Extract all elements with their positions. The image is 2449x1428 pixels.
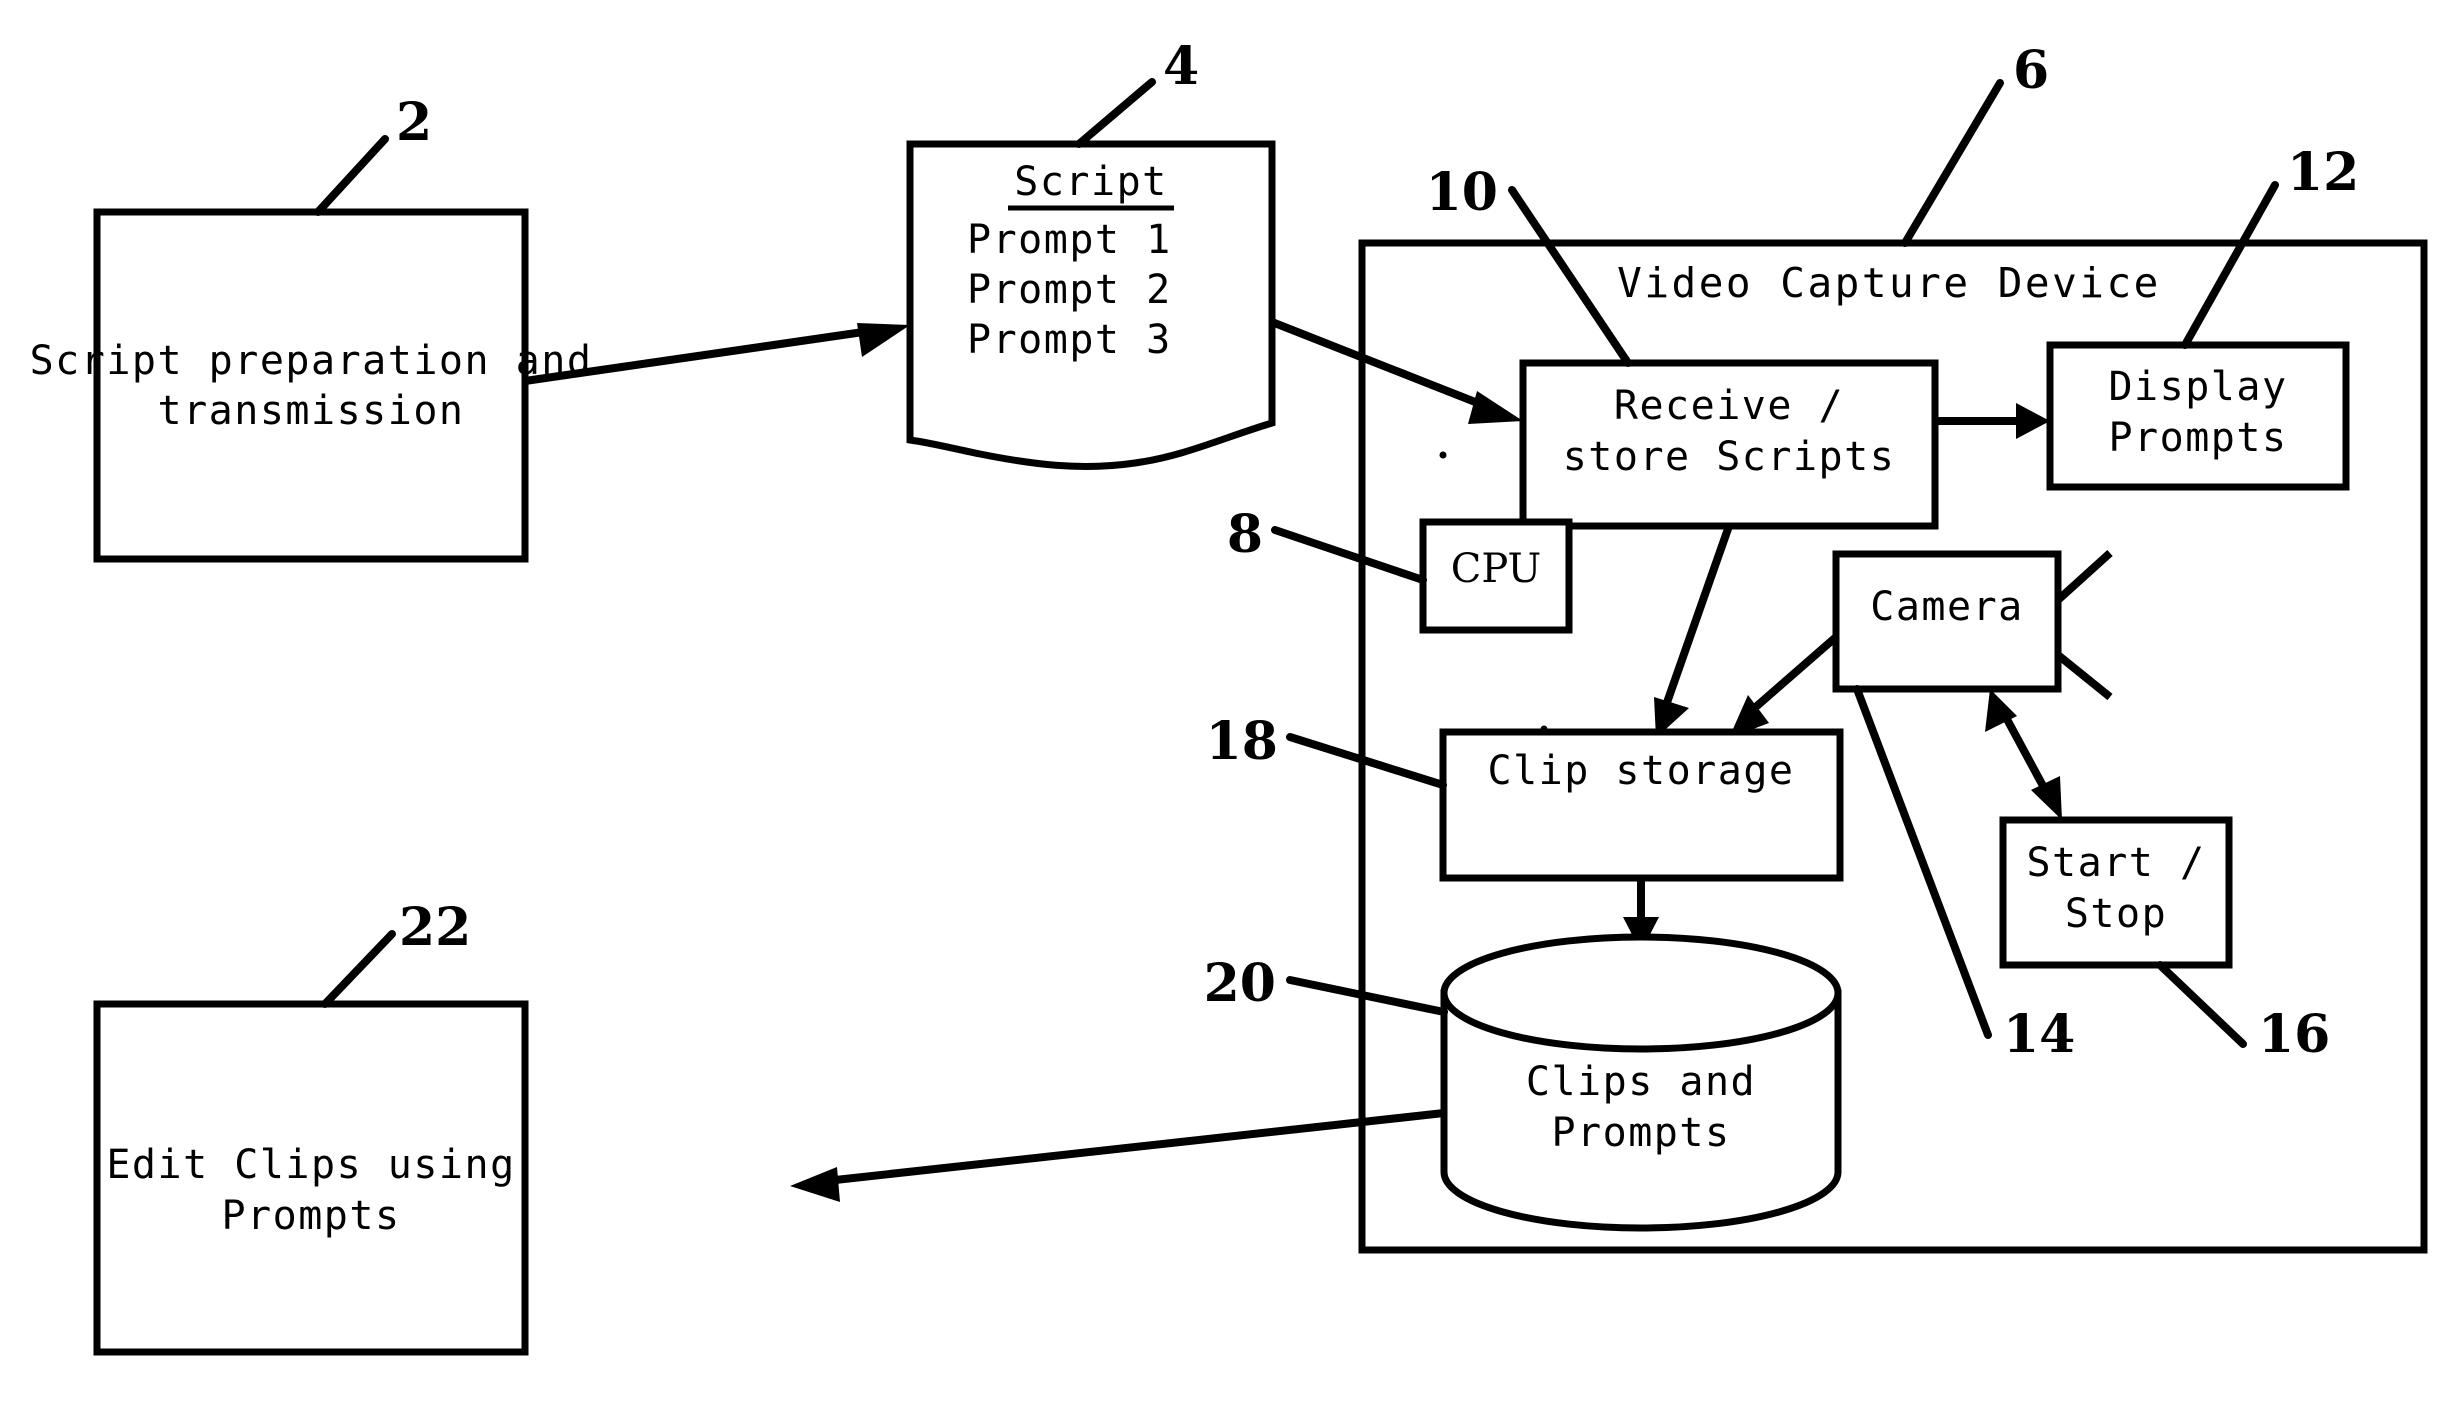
start-stop-line2: Stop (2065, 891, 2167, 937)
script-prompt-1: Prompt 1 (967, 217, 1172, 263)
clips-and-prompts-line1: Clips and (1526, 1059, 1756, 1105)
block-start-stop[interactable]: Start / Stop (1999, 816, 2233, 969)
block-script-document[interactable]: Script Prompt 1 Prompt 2 Prompt 3 (906, 140, 1276, 470)
script-preparation-box[interactable] (93, 208, 529, 563)
block-script-preparation[interactable]: Script preparation and transmission (30, 208, 593, 563)
start-stop-line1: Start / (2026, 840, 2205, 886)
block-clips-and-prompts[interactable]: Clips and Prompts (1440, 933, 1842, 1232)
figure-canvas: Script preparation and transmission 2 Sc… (0, 0, 2449, 1428)
edit-clips-line2: Prompts (221, 1193, 400, 1239)
script-document-title: Script (1014, 159, 1168, 205)
ref-number-10: 10 (1426, 162, 1498, 223)
ref-number-8: 8 (1227, 504, 1263, 565)
ref-number-4: 4 (1163, 36, 1199, 97)
script-prompt-2: Prompt 2 (967, 267, 1172, 313)
receive-store-scripts-line2: store Scripts (1563, 434, 1896, 480)
block-cpu[interactable]: CPU (1419, 518, 1573, 634)
video-capture-device-title: Video Capture Device (1617, 259, 2161, 307)
ref-number-2: 2 (396, 92, 432, 153)
display-prompts-line2: Prompts (2108, 415, 2287, 461)
script-preparation-line2: transmission (158, 388, 465, 434)
edit-clips-line1: Edit Clips using (106, 1142, 515, 1188)
ref-number-22: 22 (399, 897, 471, 958)
display-prompts-line1: Display (2108, 364, 2287, 410)
block-clip-storage[interactable]: Clip storage (1439, 728, 1844, 882)
ref-number-20: 20 (1204, 953, 1276, 1014)
cpu-label: CPU (1451, 546, 1542, 592)
script-preparation-line1: Script preparation and (30, 338, 593, 384)
ref-number-16: 16 (2258, 1004, 2330, 1065)
ref-number-6: 6 (2013, 40, 2049, 101)
block-receive-store-scripts[interactable]: Receive / store Scripts (1519, 359, 1939, 530)
clip-storage-label: Clip storage (1488, 748, 1795, 794)
ref-number-18: 18 (1206, 711, 1278, 772)
block-edit-clips[interactable]: Edit Clips using Prompts (93, 1000, 529, 1356)
ref-number-14: 14 (2003, 1004, 2075, 1065)
camera-label: Camera (1870, 584, 2024, 630)
receive-store-scripts-line1: Receive / (1614, 383, 1844, 429)
clips-and-prompts-line2: Prompts (1551, 1110, 1730, 1156)
script-prompt-3: Prompt 3 (967, 317, 1172, 363)
block-display-prompts[interactable]: Display Prompts (2046, 341, 2350, 491)
block-diagram-svg: Script preparation and transmission 2 Sc… (0, 0, 2449, 1428)
clips-and-prompts-cylinder-top (1440, 933, 1842, 1053)
scan-artifact-dot-upper (1439, 451, 1447, 459)
ref-number-12: 12 (2287, 142, 2359, 203)
